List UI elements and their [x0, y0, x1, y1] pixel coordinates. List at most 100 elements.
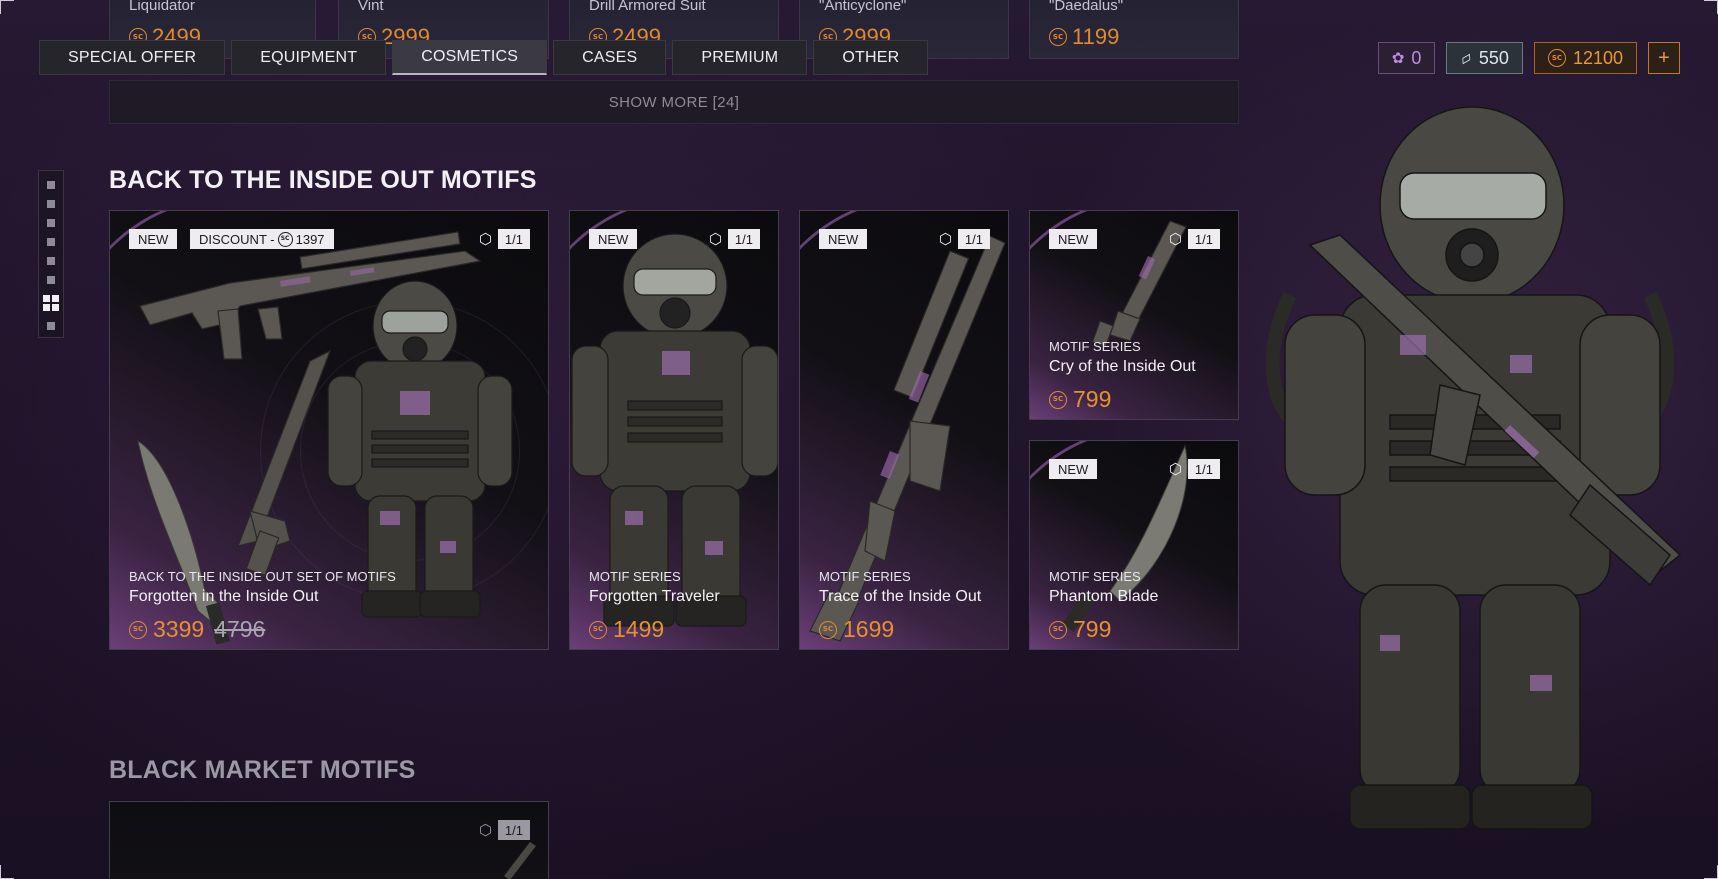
- quantity-indicator: ⬡ 1/1: [479, 820, 530, 840]
- discount-value: 1397: [295, 231, 325, 247]
- grid-view-icon[interactable]: [43, 295, 59, 311]
- sc-coin-icon: SC: [1049, 390, 1067, 409]
- tab-cases[interactable]: CASES: [553, 40, 667, 75]
- item-series: MOTIF SERIES: [819, 569, 911, 584]
- product-card-forgotten-traveler[interactable]: NEW ⬡ 1/1 MOTIF SERIES Forgotten Travele…: [569, 210, 779, 650]
- item-name: Cry of the Inside Out: [1049, 358, 1196, 375]
- item-series: MOTIF SERIES: [1049, 569, 1141, 584]
- rifle-artwork: [809, 235, 1006, 642]
- price-value: 1699: [843, 616, 895, 642]
- tab-premium[interactable]: PREMIUM: [672, 40, 808, 75]
- motif-flower-icon: ✿: [1391, 50, 1405, 67]
- price-value: 3399: [153, 616, 205, 642]
- item-name: Trace of the Inside Out: [819, 588, 982, 605]
- sc-coin-icon: SC: [1049, 28, 1067, 46]
- suit-artwork: [571, 233, 778, 627]
- box-icon: ⬡: [478, 821, 492, 839]
- sc-coin-icon: SC: [1049, 620, 1067, 639]
- new-badge: NEW: [1049, 229, 1098, 249]
- section-pager: [38, 170, 64, 338]
- tab-equipment[interactable]: EQUIPMENT: [231, 40, 387, 75]
- item-price: SC 1199: [1049, 24, 1119, 50]
- box-icon: ⬡: [938, 230, 952, 248]
- item-name: "Daedalus": [1049, 0, 1124, 14]
- sc-currency[interactable]: SC 12100: [1533, 42, 1637, 74]
- motif-currency-value: 0: [1411, 47, 1422, 68]
- pager-dot[interactable]: [47, 238, 55, 246]
- product-card-forgotten-in-the-inside-out[interactable]: NEW DISCOUNT - SC 1397 ⬡ 1/1 BACK TO THE…: [109, 210, 549, 650]
- box-icon: ⬡: [708, 230, 722, 248]
- item-name: Forgotten in the Inside Out: [129, 588, 319, 605]
- tab-special-offer[interactable]: SPECIAL OFFER: [39, 40, 226, 75]
- new-badge: NEW: [1049, 459, 1098, 479]
- pager-dot[interactable]: [47, 276, 55, 284]
- new-badge: NEW: [819, 229, 868, 249]
- pager-dot[interactable]: [47, 219, 55, 227]
- frame-corner: [1704, 865, 1718, 879]
- item-name: Drill Armored Suit: [589, 0, 706, 14]
- section-title-black-market: BLACK MARKET MOTIFS: [109, 756, 416, 784]
- quantity-indicator: ⬡ 1/1: [939, 229, 990, 249]
- character-preview[interactable]: [1250, 95, 1690, 835]
- old-price: 4796: [214, 616, 266, 642]
- item-price: SC 1699: [819, 616, 894, 643]
- motif-currency[interactable]: ✿ 0: [1377, 42, 1436, 74]
- show-more-button[interactable]: SHOW MORE [24]: [109, 80, 1239, 124]
- pager-dot[interactable]: [47, 322, 55, 330]
- tab-cosmetics[interactable]: COSMETICS: [392, 40, 548, 75]
- quantity-indicator: ⬡ 1/1: [1169, 229, 1220, 249]
- section-title-inside-out: BACK TO THE INSIDE OUT MOTIFS: [109, 166, 537, 194]
- sc-coin-icon: SC: [129, 620, 147, 639]
- quantity-value: 1/1: [727, 229, 760, 249]
- price-value: 1499: [613, 616, 665, 642]
- frame-corner: [0, 0, 14, 14]
- discount-label: DISCOUNT -: [199, 231, 275, 247]
- quantity-value: 1/1: [497, 229, 530, 249]
- pager-dot[interactable]: [47, 200, 55, 208]
- product-card-phantom-blade[interactable]: NEW ⬡ 1/1 MOTIF SERIES Phantom Blade SC …: [1029, 440, 1239, 650]
- sc-coin-icon: SC: [1547, 49, 1566, 67]
- item-price: SC 799: [1049, 616, 1111, 643]
- item-name: Vint: [358, 0, 384, 14]
- quantity-value: 1/1: [497, 820, 530, 840]
- quantity-indicator: ⬡ 1/1: [709, 229, 760, 249]
- ticket-currency-value: 550: [1478, 47, 1509, 68]
- quantity-value: 1/1: [1187, 229, 1220, 249]
- sc-coin-icon: SC: [277, 231, 293, 247]
- item-price: SC 1499: [589, 616, 664, 643]
- item-price: SC 3399 4796: [129, 616, 265, 643]
- product-card-cry-of-the-inside-out[interactable]: NEW ⬡ 1/1 MOTIF SERIES Cry of the Inside…: [1029, 210, 1239, 420]
- pager-dot[interactable]: [47, 181, 55, 189]
- add-currency-button[interactable]: +: [1648, 42, 1680, 74]
- new-badge: NEW: [129, 229, 178, 249]
- bundle-artwork: [137, 231, 513, 645]
- item-series: BACK TO THE INSIDE OUT SET OF MOTIFS: [129, 569, 396, 584]
- quantity-value: 1/1: [957, 229, 990, 249]
- quantity-indicator: ⬡ 1/1: [479, 229, 530, 249]
- item-name: Liquidator: [129, 0, 195, 14]
- product-card-black-market[interactable]: ⬡ 1/1: [109, 801, 549, 879]
- pager-dot[interactable]: [47, 257, 55, 265]
- price-value: 799: [1073, 616, 1112, 642]
- price-value: 799: [1073, 386, 1112, 412]
- item-name: Forgotten Traveler: [589, 588, 720, 605]
- box-icon: ⬡: [1168, 230, 1182, 248]
- sc-coin-icon: SC: [819, 620, 837, 639]
- product-card-trace-of-the-inside-out[interactable]: NEW ⬡ 1/1 MOTIF SERIES Trace of the Insi…: [799, 210, 1009, 650]
- ticket-icon: ▱: [1457, 48, 1476, 69]
- sc-coin-icon: SC: [589, 620, 607, 639]
- discount-badge: DISCOUNT - SC 1397: [190, 229, 334, 249]
- tab-other[interactable]: OTHER: [813, 40, 929, 75]
- frame-corner: [0, 865, 14, 879]
- box-icon: ⬡: [478, 230, 492, 248]
- item-name: "Anticyclone": [819, 0, 907, 14]
- new-badge: NEW: [589, 229, 638, 249]
- currency-bar: ✿ 0 ▱ 550 SC 12100 +: [1377, 42, 1680, 74]
- shop-tabs: SPECIAL OFFER EQUIPMENT COSMETICS CASES …: [39, 40, 929, 75]
- box-icon: ⬡: [1168, 460, 1182, 478]
- weapon-artwork: [504, 842, 536, 879]
- top-card-daedalus[interactable]: "Daedalus" SC 1199: [1029, 0, 1239, 59]
- quantity-value: 1/1: [1187, 459, 1220, 479]
- ticket-currency[interactable]: ▱ 550: [1446, 42, 1523, 74]
- item-series: MOTIF SERIES: [1049, 339, 1141, 354]
